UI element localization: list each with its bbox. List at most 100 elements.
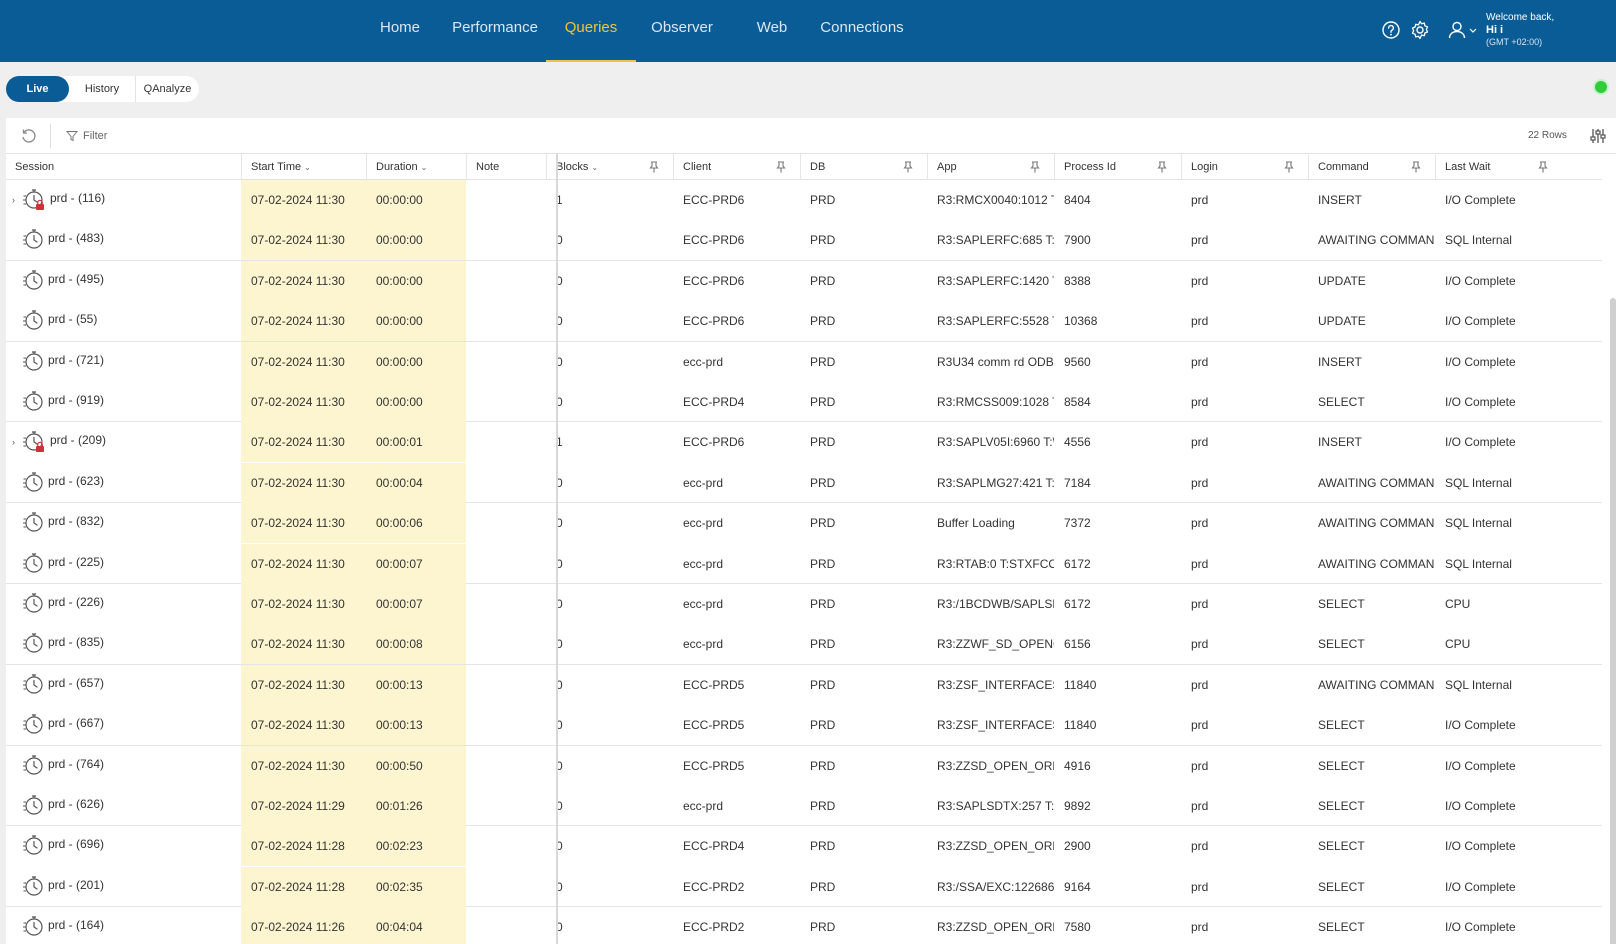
cell-wait: I/O Complete xyxy=(1445,193,1516,207)
sort-chevron-icon[interactable]: ⌄ xyxy=(304,163,311,172)
session-cell[interactable]: prd - (657) xyxy=(6,665,240,705)
session-stopwatch-icon xyxy=(22,348,46,374)
session-cell[interactable]: prd - (626) xyxy=(6,786,240,826)
table-row[interactable]: prd - (626) 07-02-2024 11:29 00:01:26 0 ecc-… xyxy=(6,786,1602,827)
pin-icon[interactable] xyxy=(903,161,913,173)
tab-qanalyze[interactable]: QAnalyze xyxy=(135,76,199,102)
column-header-session[interactable]: Session xyxy=(6,154,241,180)
cell-pid: 7580 xyxy=(1064,920,1091,935)
cell-login: prd xyxy=(1191,395,1209,409)
cell-app: R3U34 comm rd ODB( xyxy=(937,354,1054,369)
session-cell[interactable]: prd - (623) xyxy=(6,463,240,503)
table-row[interactable]: › prd - (116) 07-02-2024 11:30 00:00:00 1 ECC… xyxy=(6,180,1602,220)
pin-icon[interactable] xyxy=(1411,161,1421,173)
column-header-db[interactable]: DB xyxy=(800,154,927,180)
cell-blocks: 0 xyxy=(556,799,563,813)
pin-icon[interactable] xyxy=(776,161,786,173)
column-header-app[interactable]: App xyxy=(927,154,1054,180)
filter-button[interactable]: Filter xyxy=(66,127,107,145)
column-header-command[interactable]: Command xyxy=(1308,154,1435,180)
column-label: Duration xyxy=(376,161,418,173)
pin-icon[interactable] xyxy=(649,161,659,173)
session-cell[interactable]: prd - (55) xyxy=(6,301,240,341)
pin-icon[interactable] xyxy=(1538,161,1548,173)
tab-history[interactable]: History xyxy=(69,76,135,102)
nav-observer[interactable]: Observer xyxy=(650,0,714,62)
help-icon[interactable] xyxy=(1380,19,1402,41)
session-cell[interactable]: prd - (164) xyxy=(6,907,240,944)
column-header-note[interactable]: Note xyxy=(466,154,556,180)
table-row[interactable]: prd - (832) 07-02-2024 11:30 00:00:06 0 ecc-… xyxy=(6,503,1602,544)
chevron-down-icon[interactable] xyxy=(1469,28,1477,34)
nav-performance[interactable]: Performance xyxy=(446,0,544,62)
table-row[interactable]: prd - (721) 07-02-2024 11:30 00:00:00 0 ecc-… xyxy=(6,341,1602,382)
table-row[interactable]: prd - (667) 07-02-2024 11:30 00:00:13 0 ECC-… xyxy=(6,705,1602,746)
pin-icon[interactable] xyxy=(1284,161,1294,173)
refresh-icon[interactable] xyxy=(20,127,38,145)
table-row[interactable]: prd - (835) 07-02-2024 11:30 00:00:08 0 ecc-… xyxy=(6,624,1602,665)
session-cell[interactable]: › prd - (209) xyxy=(6,422,240,462)
session-stopwatch-icon xyxy=(22,388,46,414)
session-cell[interactable]: prd - (764) xyxy=(6,746,240,786)
user-icon[interactable] xyxy=(1446,19,1468,41)
table-row[interactable]: prd - (201) 07-02-2024 11:28 00:02:35 0 ECC-… xyxy=(6,866,1602,908)
nav-connections[interactable]: Connections xyxy=(818,0,906,62)
session-cell[interactable]: prd - (225) xyxy=(6,544,240,584)
column-header-login[interactable]: Login xyxy=(1181,154,1308,180)
session-cell[interactable]: prd - (667) xyxy=(6,705,240,745)
column-header-duration[interactable]: Duration ⌄ xyxy=(366,154,466,180)
cell-db: PRD xyxy=(810,839,836,854)
table-row[interactable]: prd - (225) 07-02-2024 11:30 00:00:07 0 ecc-… xyxy=(6,543,1602,584)
cell-db: PRD xyxy=(810,879,836,894)
column-header-start-time[interactable]: Start Time ⌄ xyxy=(241,154,366,180)
session-cell[interactable]: prd - (835) xyxy=(6,624,240,664)
session-cell[interactable]: prd - (721) xyxy=(6,342,240,382)
sort-chevron-icon[interactable]: ⌄ xyxy=(421,163,428,172)
vertical-scrollbar[interactable] xyxy=(1610,298,1616,944)
session-cell[interactable]: prd - (696) xyxy=(6,826,240,866)
table-row[interactable]: prd - (483) 07-02-2024 11:30 00:00:00 0 ECC-… xyxy=(6,220,1602,261)
column-header-client[interactable]: Client xyxy=(673,154,800,180)
session-cell[interactable]: prd - (832) xyxy=(6,503,240,543)
cell-start: 07-02-2024 11:30 xyxy=(241,180,366,220)
table-row[interactable]: prd - (919) 07-02-2024 11:30 00:00:00 0 ECC-… xyxy=(6,382,1602,423)
table-row[interactable]: prd - (696) 07-02-2024 11:28 00:02:23 0 ECC-… xyxy=(6,826,1602,867)
tab-live[interactable]: Live xyxy=(6,76,69,102)
column-header-process-id[interactable]: Process Id xyxy=(1054,154,1181,180)
cell-pid: 10368 xyxy=(1064,314,1098,329)
session-cell[interactable]: prd - (226) xyxy=(6,584,240,624)
table-row[interactable]: prd - (764) 07-02-2024 11:30 00:00:50 0 ECC-… xyxy=(6,745,1602,786)
cell-login: prd xyxy=(1191,597,1209,611)
column-header-blocks[interactable]: Blocks ⌄ xyxy=(546,154,673,180)
nav-home[interactable]: Home xyxy=(372,0,428,62)
cell-login: prd xyxy=(1191,516,1209,531)
filter-icon xyxy=(66,131,78,142)
table-row[interactable]: prd - (657) 07-02-2024 11:30 00:00:13 0 ECC-… xyxy=(6,664,1602,705)
pin-icon[interactable] xyxy=(1157,161,1167,173)
column-settings-icon[interactable] xyxy=(1588,126,1608,146)
session-cell[interactable]: › prd - (116) xyxy=(6,180,240,220)
session-cell[interactable]: prd - (201) xyxy=(6,867,240,907)
expand-chevron-icon[interactable]: › xyxy=(12,437,15,447)
column-header-last-wait[interactable]: Last Wait xyxy=(1435,154,1562,180)
cell-start: 07-02-2024 11:30 xyxy=(241,745,366,786)
session-stopwatch-icon xyxy=(22,590,46,616)
cell-db: PRD xyxy=(810,758,836,773)
settings-icon[interactable] xyxy=(1409,19,1431,41)
session-cell[interactable]: prd - (919) xyxy=(6,382,240,422)
cell-client: ecc-prd xyxy=(683,556,724,571)
expand-chevron-icon[interactable]: › xyxy=(12,195,15,205)
table-row[interactable]: › prd - (209) 07-02-2024 11:30 00:00:01 1 ECC… xyxy=(6,422,1602,463)
nav-queries[interactable]: Queries xyxy=(546,0,636,62)
session-cell[interactable]: prd - (483) xyxy=(6,220,240,260)
nav-web[interactable]: Web xyxy=(752,0,792,62)
table-row[interactable]: prd - (164) 07-02-2024 11:26 00:04:04 0 ECC-… xyxy=(6,907,1602,944)
table-row[interactable]: prd - (495) 07-02-2024 11:30 00:00:00 0 ECC-… xyxy=(6,260,1602,301)
table-row[interactable]: prd - (226) 07-02-2024 11:30 00:00:07 0 ecc-… xyxy=(6,584,1602,624)
table-row[interactable]: prd - (55) 07-02-2024 11:30 00:00:00 0 ECC-P… xyxy=(6,301,1602,342)
sort-chevron-icon[interactable]: ⌄ xyxy=(591,163,598,172)
cell-command: AWAITING COMMANI xyxy=(1318,556,1435,571)
table-row[interactable]: prd - (623) 07-02-2024 11:30 00:00:04 0 ecc-… xyxy=(6,462,1602,504)
session-cell[interactable]: prd - (495) xyxy=(6,261,240,301)
pin-icon[interactable] xyxy=(1030,161,1040,173)
